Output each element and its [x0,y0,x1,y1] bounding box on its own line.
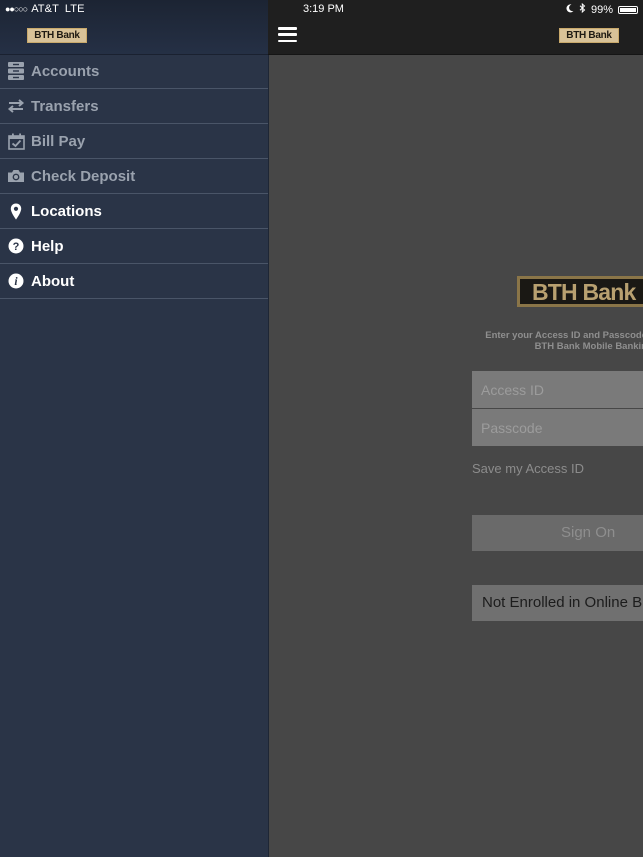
brand-logo: BTH Bank [27,28,87,43]
sidebar-item-locations[interactable]: Locations [0,194,268,229]
brand-logo-header: BTH Bank [559,28,619,43]
sidebar-item-check-deposit[interactable]: Check Deposit [0,159,268,194]
accounts-icon [7,62,25,80]
battery-icon [618,5,638,14]
sidebar-menu: Accounts Transfers Bill Pay Check Deposi… [0,54,268,299]
main-navigation-bar: 3:19 PM 99% BTH Bank [268,0,643,55]
svg-text:?: ? [13,241,20,253]
signal-strength-icon: ●●○○○ [5,4,28,14]
carrier-label: AT&T [31,3,59,15]
transfers-icon [7,97,25,115]
login-instructions-line-1: Enter your Access ID and Passcode [485,330,643,341]
not-enrolled-button[interactable]: Not Enrolled in Online B [472,585,643,621]
status-bar-right: 99% [566,2,638,16]
sidebar-item-about[interactable]: i About [0,264,268,299]
location-pin-icon [7,202,25,220]
sidebar-item-label: Bill Pay [31,132,86,150]
bill-pay-icon [7,132,25,150]
login-instructions-line-2: BTH Bank Mobile Bankin [534,341,643,352]
bluetooth-icon [579,2,586,16]
access-id-input[interactable] [472,371,643,408]
passcode-input[interactable] [472,409,643,446]
sign-on-button[interactable]: Sign On [472,515,643,551]
hamburger-menu-icon[interactable] [278,27,297,42]
sidebar-item-label: Accounts [31,62,100,80]
status-time: 3:19 PM [303,3,344,15]
sidebar-item-label: Check Deposit [31,167,136,185]
sidebar-item-label: Transfers [31,97,99,115]
info-icon: i [7,272,25,290]
battery-percent: 99% [590,3,613,16]
sidebar-item-label: Locations [31,202,102,220]
sidebar-item-accounts[interactable]: Accounts [0,54,268,89]
bank-logo: BTH Bank [517,276,643,307]
sidebar-item-help[interactable]: ? Help [0,229,268,264]
sidebar-item-label: Help [31,237,64,255]
camera-icon [7,167,25,185]
help-icon: ? [7,237,25,255]
sidebar-item-bill-pay[interactable]: Bill Pay [0,124,268,159]
status-bar-left: ●●○○○ AT&T LTE [5,3,85,15]
sidebar: ●●○○○ AT&T LTE BTH Bank Accounts Transfers… [0,0,269,857]
login-instructions: Enter your Access ID and Passcode BTH Ba… [470,330,643,352]
moon-icon [566,3,574,16]
save-access-id-toggle[interactable]: Save my Access ID [472,461,584,476]
network-label: LTE [64,3,85,15]
sidebar-header: ●●○○○ AT&T LTE BTH Bank [0,0,268,55]
sidebar-item-transfers[interactable]: Transfers [0,89,268,124]
sidebar-item-label: About [31,272,75,290]
